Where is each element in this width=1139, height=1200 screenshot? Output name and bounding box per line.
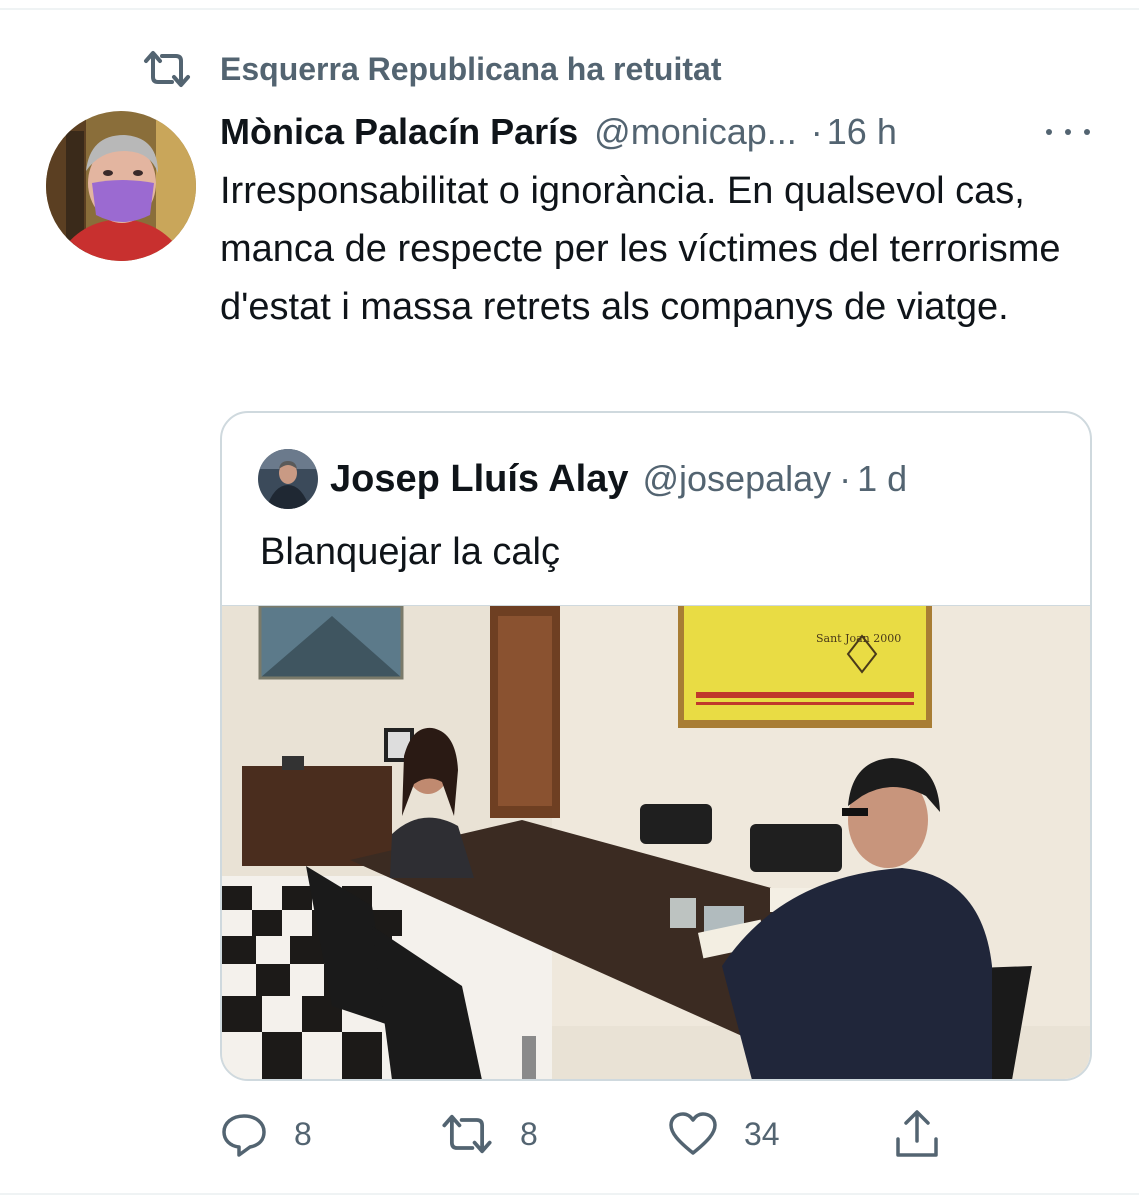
- bottom-divider: [0, 1193, 1139, 1195]
- quoted-author-avatar: [258, 449, 318, 509]
- like-count: 34: [744, 1115, 780, 1152]
- share-icon: [896, 1110, 938, 1157]
- tweet-timestamp[interactable]: 16 h: [827, 111, 897, 153]
- top-divider: [0, 8, 1139, 10]
- quoted-author-handle: @josepalay: [642, 458, 832, 499]
- like-button[interactable]: 34: [668, 1104, 780, 1164]
- heart-icon: [669, 1112, 717, 1155]
- quoted-separator-dot: ·: [839, 458, 852, 499]
- tweet-actions: 8 8 34: [220, 1104, 1100, 1164]
- retweet-icon: [442, 1114, 492, 1154]
- more-options-icon[interactable]: [1040, 112, 1096, 152]
- quoted-tweet-photo[interactable]: Sant Joan 2000: [222, 604, 1090, 1079]
- quoted-timestamp: 1 d: [857, 458, 908, 499]
- author-avatar[interactable]: [46, 111, 196, 261]
- tweet-header: Mònica Palacín París @monicap... · 16 h: [220, 108, 897, 156]
- quoted-tweet-header: Josep Lluís Alay @josepalay · 1 d: [258, 449, 907, 509]
- quoted-tweet-card[interactable]: Josep Lluís Alay @josepalay · 1 d Blanqu…: [220, 411, 1092, 1081]
- retweet-context[interactable]: Esquerra Republicana ha retuitat: [142, 48, 721, 90]
- reply-icon: [222, 1114, 266, 1157]
- author-name[interactable]: Mònica Palacín París: [220, 111, 578, 153]
- retweet-context-label: Esquerra Republicana ha retuitat: [220, 50, 722, 87]
- retweet-count: 8: [520, 1115, 538, 1152]
- tweet-text: Irresponsabilitat o ignorància. En quals…: [220, 170, 1061, 328]
- reply-count: 8: [294, 1115, 312, 1152]
- quoted-author-name: Josep Lluís Alay: [330, 457, 629, 500]
- author-handle[interactable]: @monicap...: [594, 111, 797, 153]
- share-button[interactable]: [894, 1104, 940, 1164]
- retweet-button[interactable]: 8: [440, 1104, 538, 1164]
- quoted-tweet-text: Blanquejar la calç: [260, 531, 560, 573]
- artwork-signature: Sant Joan 2000: [816, 632, 901, 645]
- separator-dot: ·: [810, 111, 823, 152]
- reply-button[interactable]: 8: [220, 1104, 312, 1164]
- retweet-icon: [144, 51, 190, 87]
